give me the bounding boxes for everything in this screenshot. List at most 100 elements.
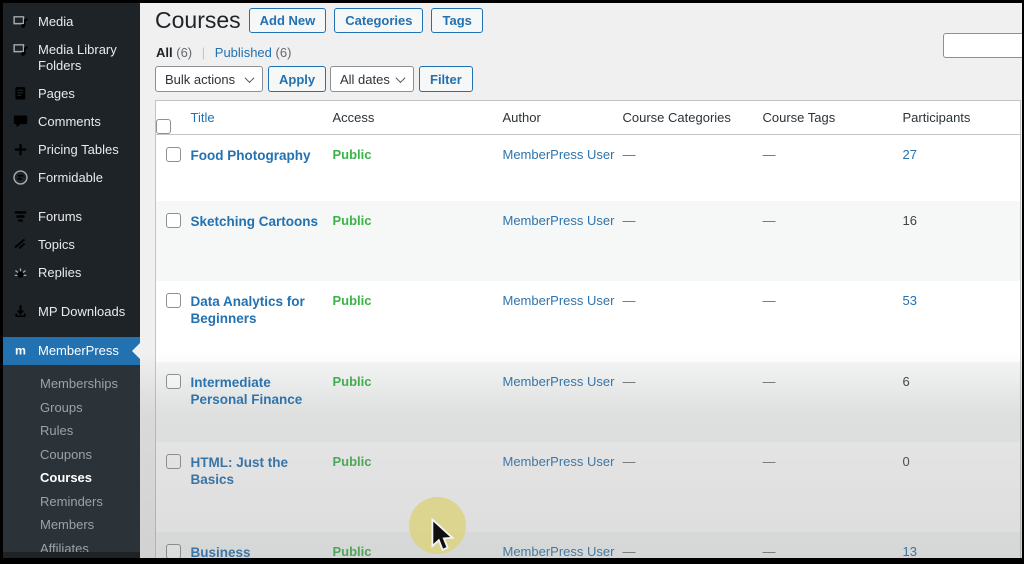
bulk-actions-select[interactable]: Bulk actions: [155, 66, 263, 92]
admin-menu: Media Media Library Folders Pages Commen…: [3, 8, 140, 365]
sidebar-item-label: Topics: [38, 237, 75, 253]
sidebar-item[interactable]: Comments: [3, 108, 140, 136]
sidebar-item-label: Media Library Folders: [38, 42, 134, 74]
column-header-access: Access: [333, 101, 503, 135]
sidebar-item[interactable]: Pages: [3, 80, 140, 108]
row-checkbox[interactable]: [166, 374, 181, 389]
access-badge: Public: [333, 374, 372, 389]
sidebar-subitem[interactable]: Coupons: [3, 443, 140, 467]
access-badge: Public: [333, 213, 372, 228]
table-row: Sketching Cartoons Public MemberPress Us…: [156, 201, 1021, 281]
categories-value: —: [623, 147, 636, 162]
column-header-title[interactable]: Title: [191, 110, 215, 125]
column-header-author: Author: [503, 101, 623, 135]
apply-button[interactable]: Apply: [268, 66, 326, 92]
column-header-participants: Participants: [903, 101, 1021, 135]
participants-count[interactable]: 27: [903, 147, 917, 162]
access-badge: Public: [333, 293, 372, 308]
categories-value: —: [623, 544, 636, 559]
sidebar-item-label: MP Downloads: [38, 304, 125, 320]
sidebar-item[interactable]: MP Downloads: [3, 298, 140, 326]
tags-value: —: [763, 454, 776, 469]
search-input[interactable]: [943, 33, 1022, 58]
categories-value: —: [623, 213, 636, 228]
app-frame: Courses Add New Categories Tags All (6) …: [3, 3, 1022, 558]
replies-icon: [12, 264, 29, 281]
participants-count[interactable]: 53: [903, 293, 917, 308]
row-checkbox[interactable]: [166, 544, 181, 559]
sidebar-item-label: Pages: [38, 86, 75, 102]
course-title-link[interactable]: Business Fundamentals: Customer: [191, 544, 325, 559]
table-row: Business Fundamentals: Customer Public M…: [156, 532, 1021, 559]
all-dates-select[interactable]: All dates: [330, 66, 414, 92]
tags-button[interactable]: Tags: [431, 8, 482, 33]
row-checkbox[interactable]: [166, 213, 181, 228]
sidebar-item[interactable]: MemberPress: [3, 337, 140, 365]
sidebar-item[interactable]: Pricing Tables: [3, 136, 140, 164]
filter-button[interactable]: Filter: [419, 66, 473, 92]
topics-icon: [12, 236, 29, 253]
table-header-row: Title Access Author Course Categories Co…: [156, 101, 1021, 135]
row-checkbox[interactable]: [166, 147, 181, 162]
sidebar-item-label: Comments: [38, 114, 101, 130]
sidebar-item[interactable]: Media Library Folders: [3, 36, 140, 80]
tags-value: —: [763, 147, 776, 162]
select-all-checkbox[interactable]: [156, 119, 171, 134]
access-badge: Public: [333, 454, 372, 469]
memberpress-submenu: Memberships Groups Rules Coupons Courses…: [3, 365, 140, 558]
tags-value: —: [763, 293, 776, 308]
tags-value: —: [763, 544, 776, 559]
all-filter-link[interactable]: All: [156, 45, 173, 60]
table-row: Data Analytics for Beginners Public Memb…: [156, 281, 1021, 362]
page-title: Courses: [155, 6, 241, 35]
sidebar-subitem[interactable]: Reminders: [3, 490, 140, 514]
add-new-button[interactable]: Add New: [249, 8, 327, 33]
course-title-link[interactable]: Food Photography: [191, 147, 311, 164]
sidebar-item-label: Replies: [38, 265, 81, 281]
author-link[interactable]: MemberPress User: [503, 544, 615, 559]
course-title-link[interactable]: Intermediate Personal Finance: [191, 374, 325, 408]
course-title-link[interactable]: Data Analytics for Beginners: [191, 293, 325, 327]
sidebar-item[interactable]: Forums: [3, 203, 140, 231]
sidebar-subitem[interactable]: Groups: [3, 396, 140, 420]
sidebar-item[interactable]: Topics: [3, 231, 140, 259]
forums-icon: [12, 208, 29, 225]
row-checkbox[interactable]: [166, 293, 181, 308]
sidebar-subitem[interactable]: Courses: [3, 466, 140, 490]
participants-count: 16: [903, 213, 917, 228]
author-link[interactable]: MemberPress User: [503, 293, 615, 308]
categories-value: —: [623, 374, 636, 389]
sidebar-item[interactable]: Formidable: [3, 164, 140, 192]
sidebar-subitem[interactable]: Memberships: [3, 372, 140, 396]
access-badge: Public: [333, 147, 372, 162]
author-link[interactable]: MemberPress User: [503, 213, 615, 228]
categories-button[interactable]: Categories: [334, 8, 423, 33]
table-row: Intermediate Personal Finance Public Mem…: [156, 362, 1021, 442]
author-link[interactable]: MemberPress User: [503, 454, 615, 469]
sidebar-footer: [3, 552, 140, 558]
sidebar-item-label: MemberPress: [38, 343, 119, 359]
sidebar-item-label: Formidable: [38, 170, 103, 186]
column-header-tags: Course Tags: [763, 101, 903, 135]
page-header: Courses Add New Categories Tags: [155, 6, 483, 35]
chevron-down-icon: [245, 73, 255, 83]
tags-value: —: [763, 374, 776, 389]
row-checkbox[interactable]: [166, 454, 181, 469]
course-title-link[interactable]: Sketching Cartoons: [191, 213, 319, 230]
course-title-link[interactable]: HTML: Just the Basics: [191, 454, 325, 488]
sidebar-item-label: Media: [38, 14, 73, 30]
author-link[interactable]: MemberPress User: [503, 374, 615, 389]
published-filter-link[interactable]: Published: [215, 45, 272, 60]
table-row: Food Photography Public MemberPress User…: [156, 135, 1021, 201]
author-link[interactable]: MemberPress User: [503, 147, 615, 162]
sidebar-item[interactable]: Replies: [3, 259, 140, 287]
all-count: (6): [176, 45, 192, 60]
column-header-categories: Course Categories: [623, 101, 763, 135]
view-filters: All (6) | Published (6): [156, 45, 291, 60]
sidebar-item[interactable]: Media: [3, 8, 140, 36]
chevron-down-icon: [396, 73, 406, 83]
sidebar-subitem[interactable]: Members: [3, 513, 140, 537]
sidebar-subitem[interactable]: Rules: [3, 419, 140, 443]
categories-value: —: [623, 454, 636, 469]
participants-count[interactable]: 13: [903, 544, 917, 559]
